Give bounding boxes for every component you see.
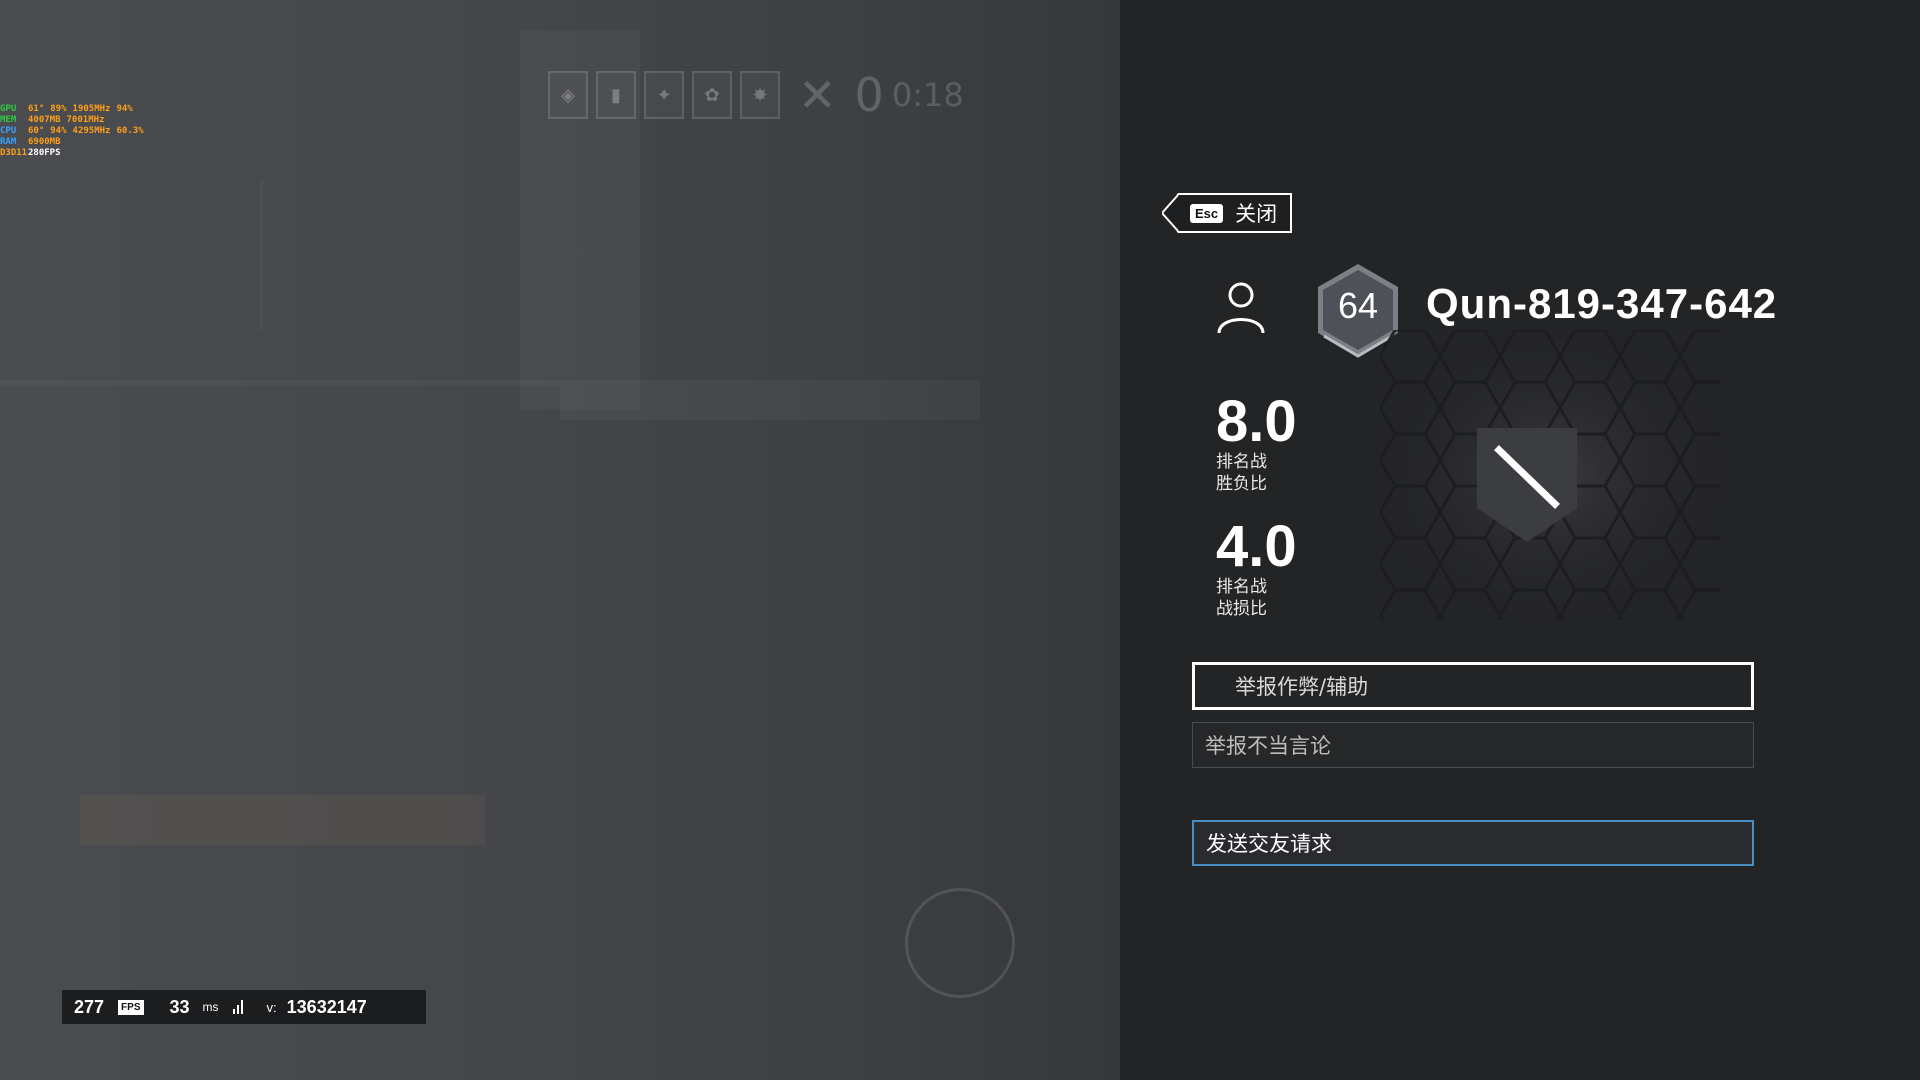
stat-label-line2: 胜负比 xyxy=(1216,474,1267,494)
osd-value: 7001MHz xyxy=(66,115,105,125)
scene-ledge-shape xyxy=(560,380,980,420)
esc-key-icon: Esc xyxy=(1190,203,1224,223)
crossed-swords-icon: ✕ xyxy=(798,68,837,122)
operator-icon: ✿ xyxy=(692,71,732,119)
osd-value: 60.3% xyxy=(116,126,144,136)
ping-value: 33 xyxy=(169,996,190,1017)
osd-row-cpu: CPU 60° 94% 4295MHz 60.3% xyxy=(0,126,144,137)
osd-value: 1905MHz xyxy=(72,104,111,114)
osd-row-ram: RAM 6900MB xyxy=(0,137,144,148)
osd-value: 4007MB xyxy=(28,115,61,125)
version-label: v: xyxy=(266,999,277,1015)
hardware-monitor-osd: GPU 61° 89% 1905MHz 94% MEM 4007MB 7001M… xyxy=(0,104,144,159)
osd-label: GPU xyxy=(0,104,17,114)
osd-label: D3D11 xyxy=(0,148,28,158)
osd-value: 94% xyxy=(116,104,133,114)
signal-bars-icon xyxy=(232,1000,243,1014)
report-speech-button[interactable]: 举报不当言论 xyxy=(1192,722,1754,768)
user-profile-icon[interactable] xyxy=(1215,279,1267,335)
osd-row-gpu: GPU 61° 89% 1905MHz 94% xyxy=(0,104,144,115)
osd-row-mem: MEM 4007MB 7001MHz xyxy=(0,115,144,126)
game-scene-background: GPU 61° 89% 1905MHz 94% MEM 4007MB 7001M… xyxy=(0,0,1120,1080)
osd-label: RAM xyxy=(0,137,17,147)
ranked-kill-death-stat: 4.0 排名战 战损比 xyxy=(1216,518,1297,620)
send-friend-request-button[interactable]: 发送交友请求 xyxy=(1192,820,1754,866)
osd-row-d3d: D3D11 280FPS xyxy=(0,148,144,159)
close-button[interactable]: Esc 关闭 xyxy=(1162,193,1292,233)
version-number: 13632147 xyxy=(286,996,367,1017)
osd-value: 94% xyxy=(50,126,67,136)
round-timer: 0:18 xyxy=(891,76,964,114)
unranked-shield-icon xyxy=(1477,428,1577,542)
kill-death-value: 4.0 xyxy=(1216,514,1297,579)
performance-overlay: 277 FPS 33 ms v: 13632147 xyxy=(62,990,426,1024)
operator-icon: ▮ xyxy=(596,71,636,119)
round-hud: ◈ ▮ ✦ ✿ ✸ ✕ 0 0:18 xyxy=(548,68,964,122)
player-info-panel: Esc 关闭 64 Qun-819-347-642 8.0 排名战 胜负比 4.… xyxy=(1120,0,1920,1080)
stat-label-line1: 排名战 xyxy=(1216,452,1267,472)
player-name: Qun-819-347-642 xyxy=(1426,280,1778,327)
player-level: 64 xyxy=(1337,285,1379,326)
osd-label: MEM xyxy=(0,115,17,125)
operator-icon: ✸ xyxy=(740,71,780,119)
stat-label-line2: 战损比 xyxy=(1216,599,1267,619)
fps-badge-icon: FPS xyxy=(118,999,144,1015)
osd-label: CPU xyxy=(0,126,17,136)
operator-icon: ✦ xyxy=(644,71,684,119)
operator-icon: ◈ xyxy=(548,71,588,119)
osd-value: 280FPS xyxy=(28,148,61,158)
report-cheat-button[interactable]: 举报作弊/辅助 xyxy=(1192,662,1754,710)
round-score: 0 xyxy=(854,68,884,122)
ranked-win-loss-stat: 8.0 排名战 胜负比 xyxy=(1216,393,1297,495)
osd-value: 6900MB xyxy=(28,137,61,147)
stat-label-line1: 排名战 xyxy=(1216,577,1267,597)
scene-horizon-line xyxy=(0,380,560,386)
compass-icon xyxy=(905,888,1015,998)
osd-value: 89% xyxy=(50,104,67,114)
osd-value: 61° xyxy=(28,104,45,114)
osd-value: 60° xyxy=(28,126,45,136)
fps-value: 277 xyxy=(74,996,105,1017)
scene-post-shape xyxy=(260,180,263,330)
win-loss-value: 8.0 xyxy=(1216,389,1297,454)
osd-value: 4295MHz xyxy=(72,126,111,136)
close-label: 关闭 xyxy=(1235,202,1278,226)
gadget-hud-bar xyxy=(80,795,485,845)
ping-unit: ms xyxy=(202,1000,219,1014)
